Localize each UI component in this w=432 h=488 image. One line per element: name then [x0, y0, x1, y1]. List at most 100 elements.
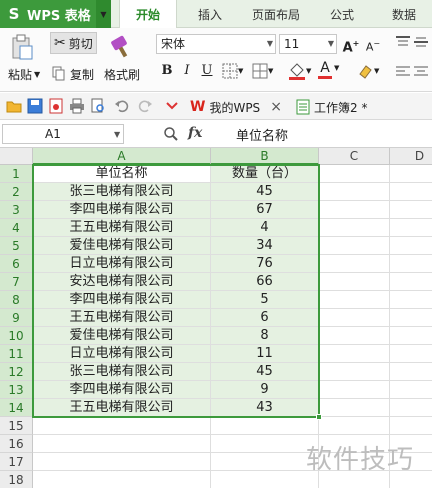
- table-cell[interactable]: [390, 345, 432, 363]
- border-button[interactable]: ▼: [222, 63, 243, 79]
- paste-menu[interactable]: 粘贴 ▼: [8, 66, 40, 83]
- align-center-button[interactable]: [414, 66, 428, 78]
- table-cell[interactable]: 王五电梯有限公司: [33, 309, 211, 327]
- table-cell[interactable]: [390, 237, 432, 255]
- table-cell[interactable]: [390, 363, 432, 381]
- table-cell[interactable]: [390, 201, 432, 219]
- table-cell[interactable]: [319, 237, 390, 255]
- app-menu-button[interactable]: S WPS 表格: [0, 0, 111, 28]
- spreadsheet-grid[interactable]: ABCD 1 2 3 4 5 6 7 8 9 10 11 12 13 14 15 16 17 18 单位名称 数量（…: [0, 148, 432, 488]
- row-header-7[interactable]: 7: [0, 273, 33, 291]
- table-cell[interactable]: [319, 183, 390, 201]
- app-menu-dropdown[interactable]: ▼: [96, 0, 111, 28]
- table-header-cell[interactable]: [390, 165, 432, 183]
- row-header-9[interactable]: 9: [0, 309, 33, 327]
- row-header-10[interactable]: 10: [0, 327, 33, 345]
- table-cell[interactable]: [319, 417, 390, 435]
- table-cell[interactable]: [319, 345, 390, 363]
- clear-format-button[interactable]: ▼: [356, 62, 379, 80]
- doc-tab-my-wps[interactable]: W 我的WPS ×: [190, 97, 282, 117]
- row-header-15[interactable]: 15: [0, 417, 33, 435]
- tab-home[interactable]: 开始: [119, 0, 177, 29]
- table-cell[interactable]: 8: [211, 327, 319, 345]
- paste-button[interactable]: [10, 34, 44, 60]
- bold-button[interactable]: B: [158, 62, 176, 80]
- row-header-3[interactable]: 3: [0, 201, 33, 219]
- table-cell[interactable]: [390, 417, 432, 435]
- row-header-5[interactable]: 5: [0, 237, 33, 255]
- row-header-11[interactable]: 11: [0, 345, 33, 363]
- table-cell[interactable]: [319, 255, 390, 273]
- table-cell[interactable]: 45: [211, 183, 319, 201]
- print-preview-icon[interactable]: [90, 98, 106, 114]
- table-cell[interactable]: 张三电梯有限公司: [33, 183, 211, 201]
- table-cell[interactable]: [390, 381, 432, 399]
- fx-icon[interactable]: fx: [188, 125, 202, 141]
- chevron-down-icon[interactable]: ▼: [114, 130, 120, 139]
- font-size-select[interactable]: 11 ▼: [279, 34, 337, 54]
- chevron-down-icon[interactable]: ▼: [334, 64, 339, 72]
- row-header-16[interactable]: 16: [0, 435, 33, 453]
- table-cell[interactable]: [319, 201, 390, 219]
- row-header-13[interactable]: 13: [0, 381, 33, 399]
- italic-button[interactable]: I: [178, 62, 196, 80]
- close-icon[interactable]: ×: [270, 99, 282, 115]
- fill-color-button[interactable]: ▼: [288, 62, 311, 80]
- zoom-icon[interactable]: [163, 126, 179, 142]
- align-top-button[interactable]: [396, 36, 410, 48]
- column-header-b[interactable]: B: [211, 148, 319, 165]
- underline-button[interactable]: U: [198, 62, 216, 80]
- table-cell[interactable]: [211, 453, 319, 471]
- table-cell[interactable]: 张三电梯有限公司: [33, 363, 211, 381]
- table-cell[interactable]: 王五电梯有限公司: [33, 399, 211, 417]
- table-cell[interactable]: 67: [211, 201, 319, 219]
- tab-insert[interactable]: 插入: [186, 0, 234, 28]
- table-cell[interactable]: 66: [211, 273, 319, 291]
- pdf-export-icon[interactable]: [48, 98, 64, 114]
- table-cell[interactable]: [33, 435, 211, 453]
- column-header-c[interactable]: C: [319, 148, 390, 165]
- table-cell[interactable]: [390, 309, 432, 327]
- row-header-17[interactable]: 17: [0, 453, 33, 471]
- table-cell[interactable]: [319, 363, 390, 381]
- table-cell[interactable]: 王五电梯有限公司: [33, 219, 211, 237]
- table-cell[interactable]: [33, 471, 211, 488]
- row-header-14[interactable]: 14: [0, 399, 33, 417]
- table-cell[interactable]: [319, 273, 390, 291]
- table-header-cell[interactable]: [319, 165, 390, 183]
- table-cell[interactable]: 5: [211, 291, 319, 309]
- open-folder-icon[interactable]: [6, 98, 22, 114]
- column-header-a[interactable]: A: [33, 148, 211, 165]
- table-cell[interactable]: 日立电梯有限公司: [33, 345, 211, 363]
- table-cell[interactable]: [211, 471, 319, 488]
- table-cell[interactable]: [390, 183, 432, 201]
- doc-tab-workbook2[interactable]: 工作簿2 *: [296, 97, 367, 117]
- table-cell[interactable]: 11: [211, 345, 319, 363]
- table-cell[interactable]: 43: [211, 399, 319, 417]
- table-cell[interactable]: [390, 273, 432, 291]
- row-header-6[interactable]: 6: [0, 255, 33, 273]
- redo-icon[interactable]: [137, 98, 153, 114]
- format-painter-label[interactable]: 格式刷: [104, 66, 140, 83]
- align-left-button[interactable]: [396, 66, 410, 78]
- table-cell[interactable]: [319, 399, 390, 417]
- table-cell[interactable]: [390, 291, 432, 309]
- table-cell[interactable]: [390, 255, 432, 273]
- font-color-button[interactable]: A: [318, 61, 332, 79]
- table-cell[interactable]: [390, 327, 432, 345]
- undo-icon[interactable]: [114, 98, 130, 114]
- save-icon[interactable]: [27, 98, 43, 114]
- table-cell[interactable]: 45: [211, 363, 319, 381]
- table-cell[interactable]: 日立电梯有限公司: [33, 255, 211, 273]
- name-box[interactable]: A1: [2, 124, 124, 144]
- table-cell[interactable]: [319, 381, 390, 399]
- customize-toolbar-icon[interactable]: [164, 98, 180, 114]
- tab-data[interactable]: 数据: [380, 0, 428, 28]
- fill-handle[interactable]: [316, 414, 322, 420]
- table-cell[interactable]: 9: [211, 381, 319, 399]
- table-cell[interactable]: [319, 327, 390, 345]
- align-middle-button[interactable]: [414, 36, 428, 48]
- row-header-2[interactable]: 2: [0, 183, 33, 201]
- table-cell[interactable]: [33, 453, 211, 471]
- table-cell[interactable]: [211, 435, 319, 453]
